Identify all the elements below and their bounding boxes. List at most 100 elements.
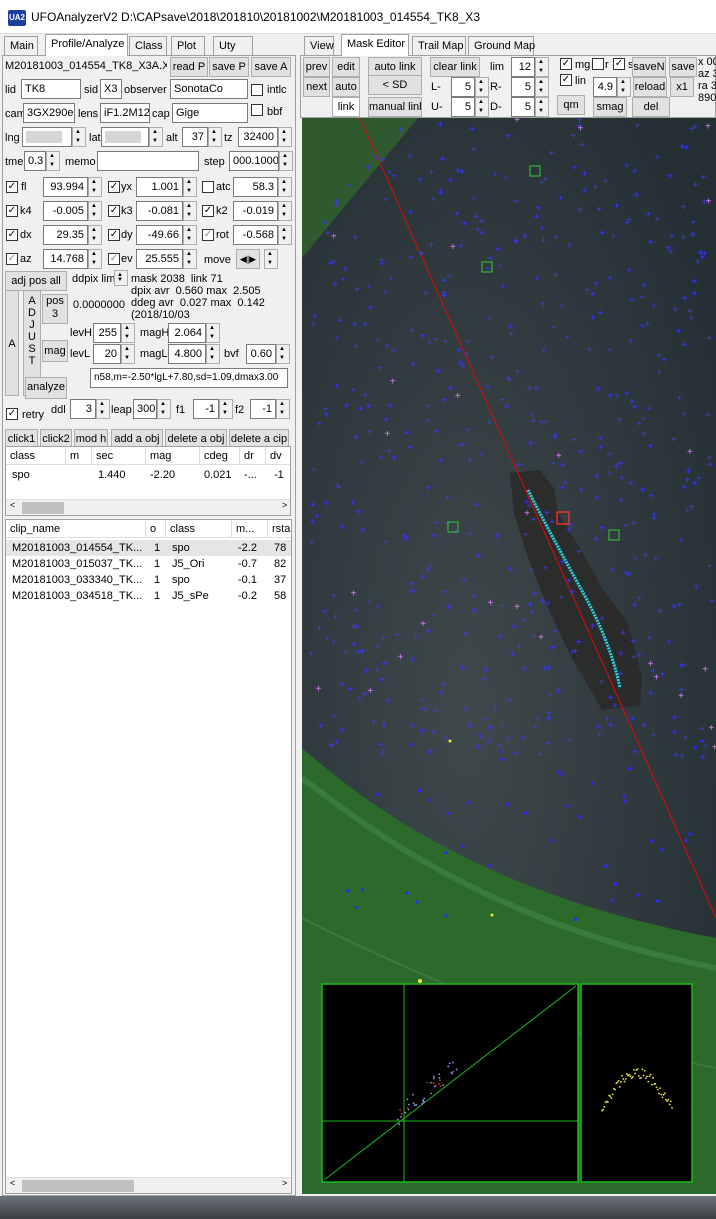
clip-cell[interactable]: M20181003_034518_TK... [8,588,146,604]
k2-field[interactable]: -0.019 [233,201,278,221]
dy-field[interactable]: -49.66 [136,225,183,245]
d-minus-field[interactable]: 5 [511,97,535,117]
tab-ground-map[interactable]: Ground Map [468,36,535,56]
clip-table-scrollbar[interactable]: < > [6,1177,291,1193]
clip-cell[interactable]: M20181003_033340_TK... [8,572,146,588]
k3-spinner[interactable] [183,201,197,221]
yx-field[interactable]: 1.001 [136,177,183,197]
magl-spinner[interactable] [206,344,220,364]
sky-image[interactable]: + + + + + + + + + + + + + + + + + + + + + + + + + + + + + + + + + + + + + + + +… [302,118,716,1194]
magl-field[interactable]: 4.800 [168,344,206,364]
lat-spinner[interactable] [149,127,163,147]
lat-field[interactable] [101,127,149,147]
lng-field[interactable] [22,127,72,147]
tab-class[interactable]: Class [129,36,167,56]
a-button[interactable]: A [5,290,19,396]
smag-button[interactable]: smag [593,97,627,117]
obj-col-class[interactable]: class [6,447,66,465]
obj-col-m[interactable]: m [66,447,92,465]
obj-col-sec[interactable]: sec [92,447,146,465]
fl-field[interactable]: 93.994 [43,177,88,197]
step-field[interactable]: 000.1000 [229,151,279,171]
rot-spinner[interactable] [278,225,292,245]
tme-field[interactable]: 0.3 [24,151,46,171]
auto-button[interactable]: auto [332,77,360,97]
clip-col-name[interactable]: clip_name [6,520,146,538]
save-p-button[interactable]: save P [209,57,249,77]
atc-field[interactable]: 58.3 [233,177,278,197]
pos3-button[interactable]: pos 3 [42,294,68,324]
link-button[interactable]: link [332,97,360,117]
lin-spinner[interactable] [617,77,631,97]
clip-col-class[interactable]: class [166,520,232,538]
r-minus-field[interactable]: 5 [511,77,535,97]
intlc-checkbox[interactable] [251,84,263,96]
obj-col-dv[interactable]: dv [266,447,290,465]
read-p-button[interactable]: read P [170,57,208,77]
az-checkbox[interactable]: ✓ [6,253,18,265]
atc-spinner[interactable] [278,177,292,197]
k2-spinner[interactable] [278,201,292,221]
cam-field[interactable]: 3GX290e [23,103,75,123]
move-left-right[interactable]: ◀|▶ [236,249,260,269]
r-minus-spinner[interactable] [535,77,549,97]
next-button[interactable]: next [303,77,330,97]
levl-spinner[interactable] [121,344,135,364]
k4-field[interactable]: -0.005 [43,201,88,221]
lng-spinner[interactable] [72,127,86,147]
bvf-spinner[interactable] [276,344,290,364]
levh-spinner[interactable] [121,323,135,343]
tz-field[interactable]: 32400 [238,127,278,147]
tme-spinner[interactable] [46,151,60,171]
alt-spinner[interactable] [208,127,222,147]
adj-pos-all-button[interactable]: adj pos all [5,271,67,291]
magh-spinner[interactable] [206,323,220,343]
u-minus-spinner[interactable] [475,97,489,117]
u-minus-field[interactable]: 5 [451,97,475,117]
dx-spinner[interactable] [88,225,102,245]
clip-col-rsta[interactable]: rsta [268,520,291,538]
rot-checkbox[interactable]: ✓ [202,229,214,241]
clip-col-m[interactable]: m... [232,520,268,538]
l-minus-field[interactable]: 5 [451,77,475,97]
clip-col-o[interactable]: o [146,520,166,538]
clear-link-button[interactable]: clear link [430,57,480,77]
levl-field[interactable]: 20 [93,344,121,364]
retry-checkbox[interactable]: ✓ [6,408,18,420]
yx-spinner[interactable] [183,177,197,197]
tab-view[interactable]: View [304,36,334,56]
dy-checkbox[interactable]: ✓ [108,229,120,241]
levh-field[interactable]: 255 [93,323,121,343]
save-button[interactable]: save [669,57,697,77]
tab-profile-analyze[interactable]: Profile/Analyze [45,34,128,56]
lens-field[interactable]: iF1.2M12 [100,103,150,123]
sid-field[interactable]: X3 [100,79,122,99]
obj-table-scrollbar[interactable]: < > [6,499,290,515]
scroll-thumb[interactable] [22,502,64,514]
move-spinner[interactable] [264,249,278,269]
dx-checkbox[interactable]: ✓ [6,229,18,241]
fl-spinner[interactable] [88,177,102,197]
k4-spinner[interactable] [88,201,102,221]
k3-field[interactable]: -0.081 [136,201,183,221]
reload-button[interactable]: reload [633,77,667,97]
obj-col-mag[interactable]: mag [146,447,200,465]
observer-field[interactable]: SonotaCo [170,79,248,99]
clip-cell[interactable]: M20181003_015037_TK... [8,556,146,572]
magh-field[interactable]: 2.064 [168,323,206,343]
tab-trail-map[interactable]: Trail Map [412,36,466,56]
az-spinner[interactable] [88,249,102,269]
step-spinner[interactable] [279,151,293,171]
ev-checkbox[interactable]: ✓ [108,253,120,265]
ddpix-lim-spinner[interactable] [114,270,128,286]
dy-spinner[interactable] [183,225,197,245]
bvf-field[interactable]: 0.60 [246,344,276,364]
lin-checkbox[interactable]: ✓ [560,74,572,86]
f1-field[interactable]: -1 [193,399,219,419]
fl-checkbox[interactable]: ✓ [6,181,18,193]
tz-spinner[interactable] [278,127,292,147]
sd-button[interactable]: < SD [368,75,422,95]
lin-field[interactable]: 4.9 [593,77,617,97]
s-checkbox[interactable]: ✓ [613,58,625,70]
f2-spinner[interactable] [276,399,290,419]
